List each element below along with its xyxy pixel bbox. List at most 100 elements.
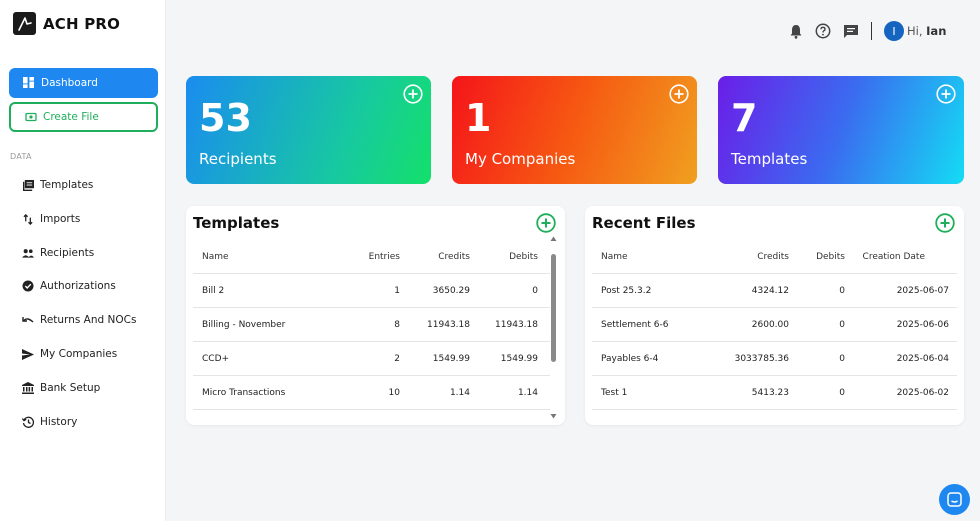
nav-dashboard-button[interactable]: Dashboard (9, 68, 158, 98)
cell-debits: 0 (839, 286, 845, 296)
history-icon (22, 416, 34, 428)
topbar-divider (871, 22, 872, 40)
add-file-plus-icon[interactable] (935, 213, 955, 233)
cell-name: Micro Transactions (202, 388, 286, 398)
stat-value: 1 (465, 96, 492, 140)
undo-icon (22, 314, 34, 326)
cell-entries: 10 (388, 388, 400, 398)
sidebar-item-imports[interactable]: Imports (22, 211, 80, 227)
cell-name: Settlement 6-6 (601, 320, 669, 330)
create-file-label: Create File (43, 111, 99, 123)
avatar[interactable]: I (884, 21, 904, 41)
cell-credits: 3033785.36 (734, 354, 789, 364)
table-row[interactable]: CCD+ 2 1549.99 1549.99 (193, 342, 550, 376)
table-row[interactable]: Bill 2 1 3650.29 0 (193, 274, 550, 308)
templates-stat-card[interactable]: 7 Templates (718, 76, 964, 184)
scroll-down-arrow-icon[interactable] (550, 413, 557, 419)
column-header-name[interactable]: Name (601, 240, 628, 274)
cell-name: Billing - November (202, 320, 286, 330)
sidebar: ACH PRO Dashboard Create File DATA Templ… (0, 0, 166, 521)
sidebar-item-bank-setup[interactable]: Bank Setup (22, 380, 100, 396)
bank-icon (22, 382, 34, 394)
money-icon (25, 111, 37, 123)
sidebar-item-recipients[interactable]: Recipients (22, 245, 94, 261)
help-icon[interactable] (814, 22, 832, 40)
panel-title: Recent Files (592, 214, 696, 232)
app-name: ACH PRO (43, 14, 121, 33)
scrollbar-thumb[interactable] (551, 254, 556, 362)
sidebar-item-label: Recipients (40, 247, 95, 259)
cell-credits: 4324.12 (751, 286, 789, 296)
sidebar-item-history[interactable]: History (22, 414, 77, 430)
templates-icon (22, 179, 34, 191)
cell-debits: 0 (839, 388, 845, 398)
scroll-up-arrow-icon[interactable] (550, 236, 557, 242)
add-recipient-icon[interactable] (403, 84, 423, 104)
column-header-name[interactable]: Name (202, 240, 229, 274)
templates-table: Name Entries Credits Debits Bill 2 1 365… (193, 240, 550, 410)
column-header-entries[interactable]: Entries (369, 240, 400, 274)
sidebar-item-label: History (40, 416, 78, 428)
stat-label: My Companies (465, 150, 576, 168)
cell-debits: 0 (839, 320, 845, 330)
sidebar-item-label: Bank Setup (40, 382, 101, 394)
chat-icon (947, 492, 962, 507)
table-row[interactable]: Payables 6-4 3033785.36 0 2025-06-04 (592, 342, 957, 376)
sidebar-item-label: My Companies (40, 348, 118, 360)
sidebar-item-label: Authorizations (40, 280, 116, 292)
notifications-bell-icon[interactable] (787, 22, 805, 40)
recipients-stat-card[interactable]: 53 Recipients (186, 76, 431, 184)
sidebar-item-label: Imports (40, 213, 81, 225)
table-header: Name Entries Credits Debits (193, 240, 550, 274)
cell-creation-date: 2025-06-07 (896, 286, 949, 296)
send-icon (22, 348, 34, 360)
recent-files-table: Name Credits Debits Creation Date Post 2… (592, 240, 957, 410)
chat-launcher-button[interactable] (939, 484, 970, 515)
app-logo[interactable]: ACH PRO (13, 12, 120, 35)
greeting-prefix: Hi, (907, 24, 923, 38)
cell-entries: 1 (394, 286, 400, 296)
add-company-icon[interactable] (669, 84, 689, 104)
verified-icon (22, 280, 34, 292)
column-header-creation-date[interactable]: Creation Date (863, 240, 925, 274)
cell-name: Payables 6-4 (601, 354, 659, 364)
section-label-data: DATA (10, 152, 32, 161)
table-row[interactable]: Settlement 6-6 2600.00 0 2025-06-06 (592, 308, 957, 342)
table-row[interactable]: Billing - November 8 11943.18 11943.18 (193, 308, 550, 342)
cell-entries: 8 (394, 320, 400, 330)
stat-value: 53 (199, 96, 252, 140)
cell-credits: 5413.23 (751, 388, 789, 398)
add-template-plus-icon[interactable] (536, 213, 556, 233)
create-file-button[interactable]: Create File (9, 102, 158, 132)
sidebar-item-templates[interactable]: Templates (22, 177, 93, 193)
stat-label: Recipients (199, 150, 277, 168)
table-row[interactable]: Post 25.3.2 4324.12 0 2025-06-07 (592, 274, 957, 308)
user-greeting[interactable]: Hi, Ian (907, 24, 946, 38)
sidebar-item-label: Returns And NOCs (40, 314, 137, 326)
column-header-debits[interactable]: Debits (509, 240, 538, 274)
messages-icon[interactable] (842, 22, 860, 40)
cell-debits: 1549.99 (500, 354, 538, 364)
table-row[interactable]: Test 1 5413.23 0 2025-06-02 (592, 376, 957, 410)
sidebar-item-my-companies[interactable]: My Companies (22, 346, 117, 362)
sidebar-item-authorizations[interactable]: Authorizations (22, 278, 116, 294)
templates-scrollbar[interactable] (549, 236, 557, 419)
table-row[interactable]: Micro Transactions 10 1.14 1.14 (193, 376, 550, 410)
stat-label: Templates (731, 150, 808, 168)
user-name: Ian (926, 24, 947, 38)
sidebar-item-returns[interactable]: Returns And NOCs (22, 312, 136, 328)
cell-debits: 1.14 (517, 388, 538, 398)
column-header-debits[interactable]: Debits (816, 240, 845, 274)
add-template-icon[interactable] (936, 84, 956, 104)
cell-credits: 2600.00 (751, 320, 789, 330)
imports-icon (22, 213, 34, 225)
templates-panel: Templates Name Entries Credits Debits Bi… (186, 206, 565, 425)
companies-stat-card[interactable]: 1 My Companies (452, 76, 697, 184)
cell-credits: 3650.29 (432, 286, 470, 296)
dashboard-icon (23, 77, 35, 89)
column-header-credits[interactable]: Credits (438, 240, 470, 274)
sidebar-item-label: Templates (40, 179, 94, 191)
column-header-credits[interactable]: Credits (757, 240, 789, 274)
recipients-icon (22, 247, 34, 259)
cell-debits: 0 (532, 286, 538, 296)
